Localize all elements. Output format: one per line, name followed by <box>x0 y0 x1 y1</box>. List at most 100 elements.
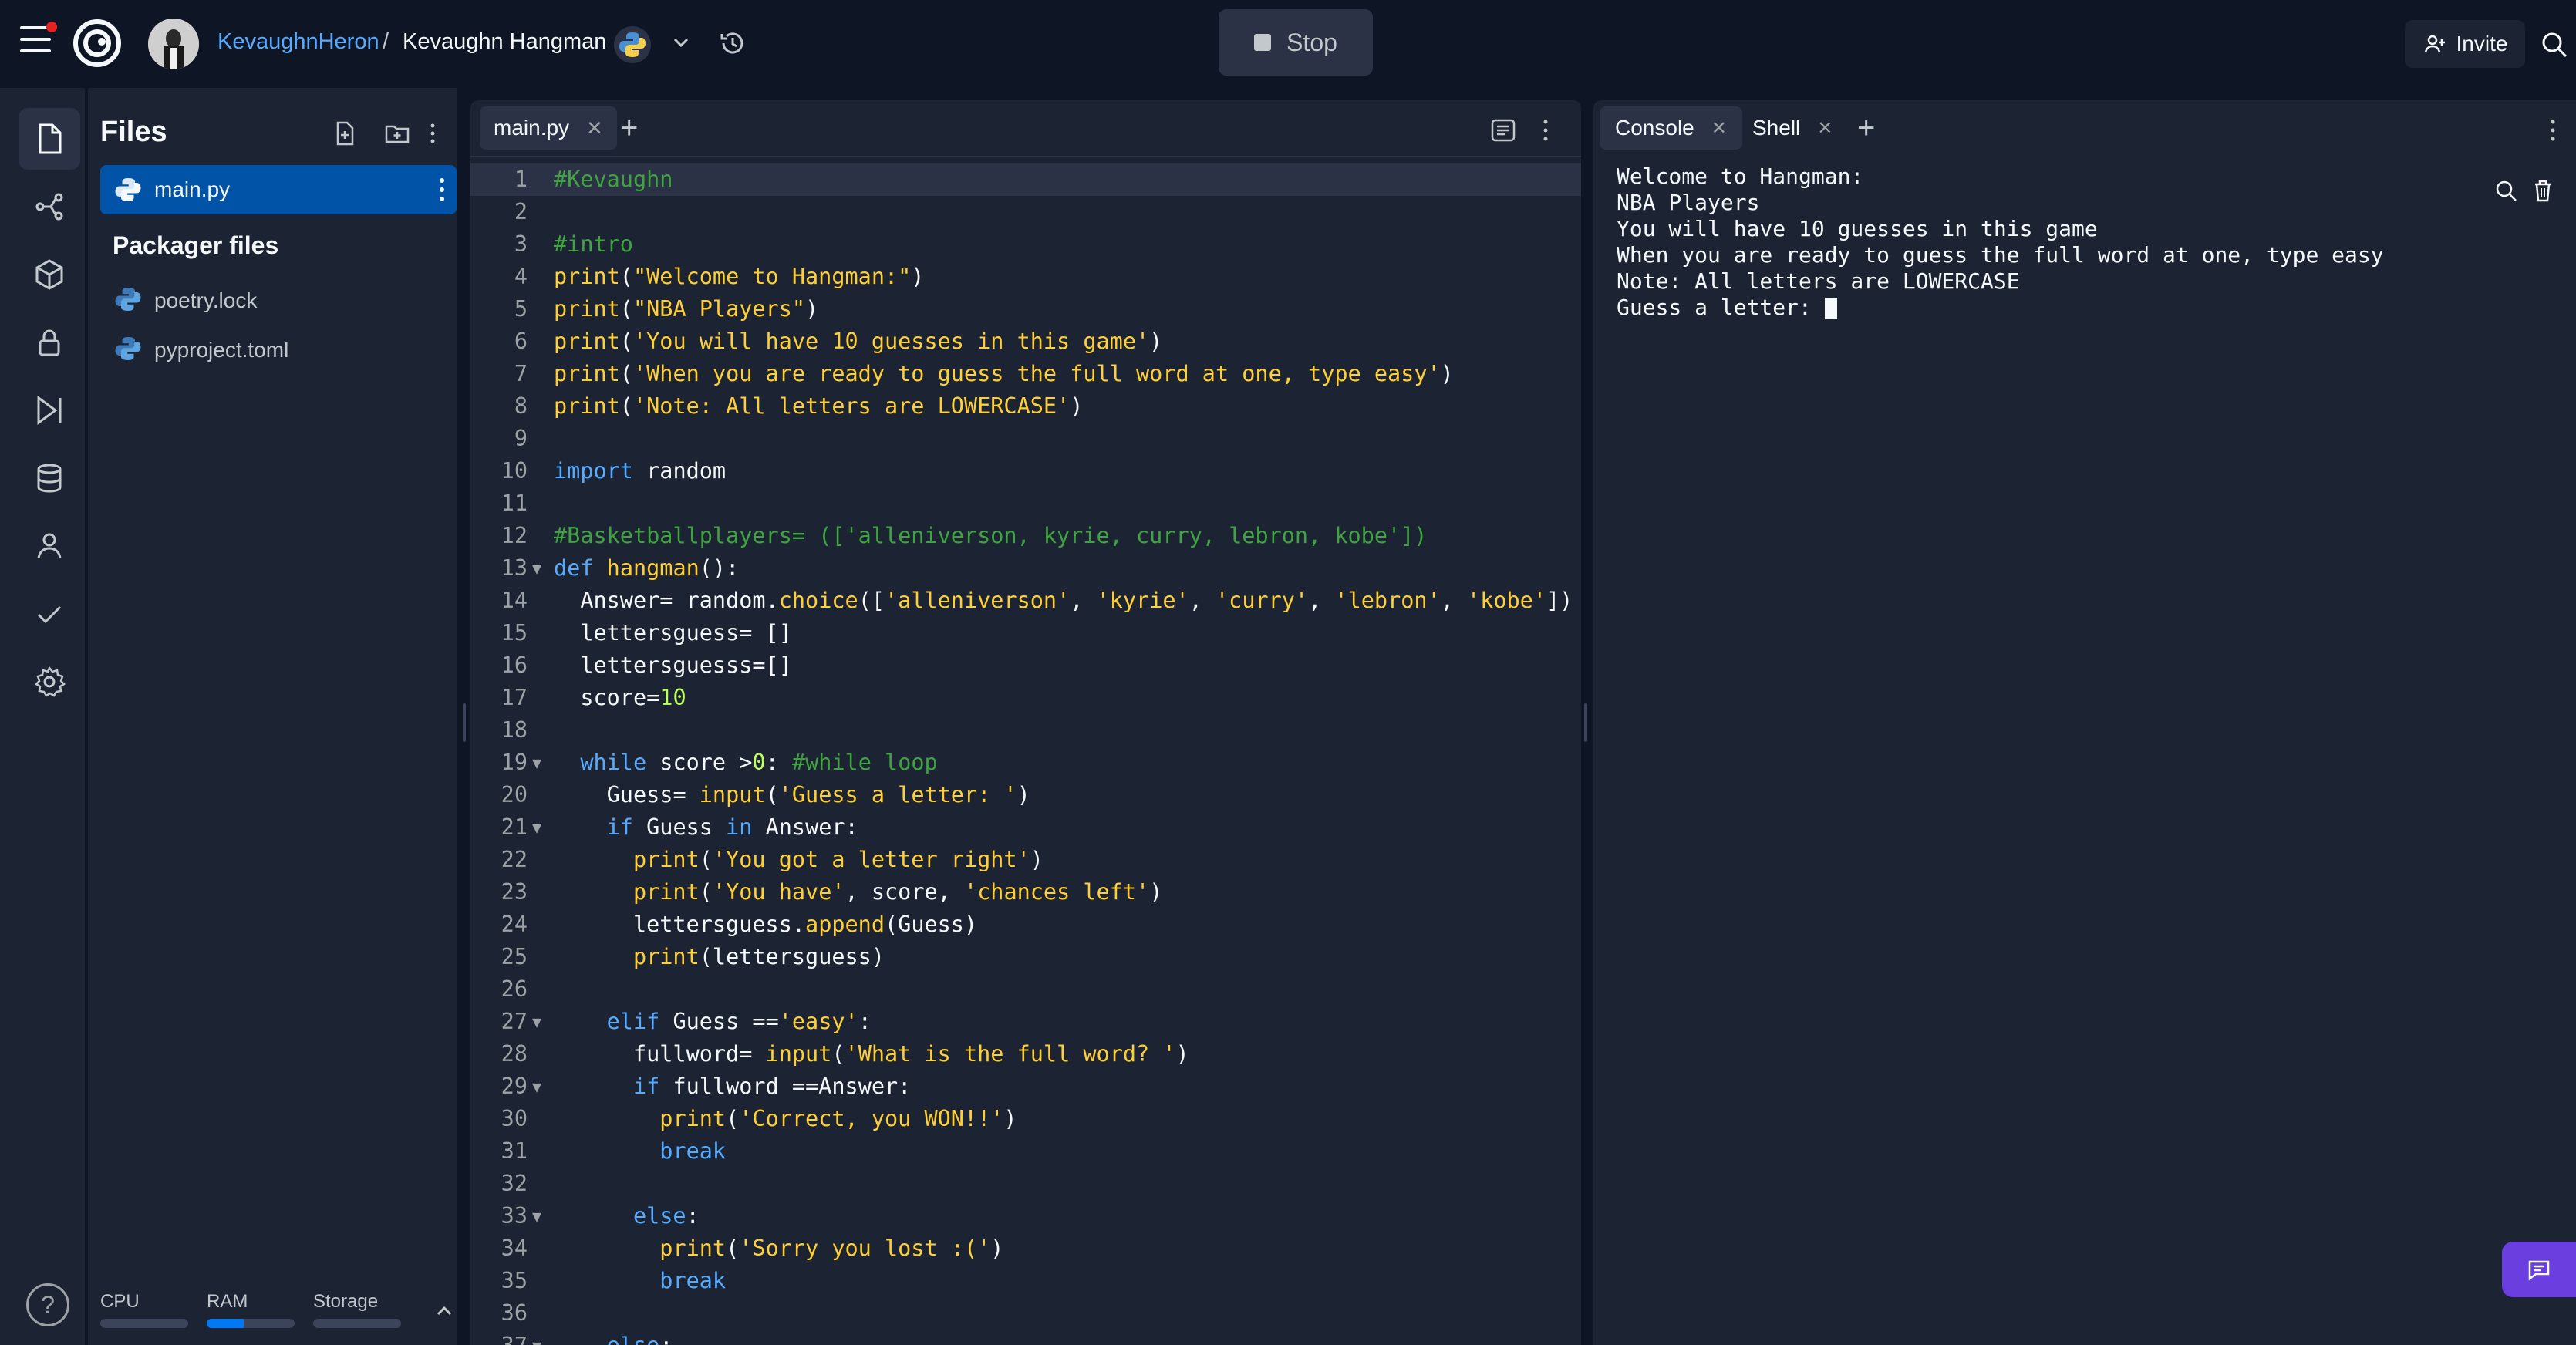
chevron-down-icon[interactable] <box>669 31 693 54</box>
tab-shell[interactable]: Shell ✕ <box>1737 106 1848 150</box>
fold-icon[interactable]: ▼ <box>532 1330 541 1345</box>
add-tab-icon[interactable]: + <box>1857 113 1875 143</box>
console-output[interactable]: Welcome to Hangman: NBA Players You will h… <box>1617 163 2384 321</box>
database-icon[interactable] <box>19 447 80 509</box>
user-icon[interactable] <box>19 515 80 577</box>
code-line[interactable]: 34 print('Sorry you lost :(') <box>470 1232 1581 1265</box>
code-line[interactable]: 5 print("NBA Players") <box>470 293 1581 325</box>
code-line[interactable]: 6 print('You will have 10 guesses in this… <box>470 325 1581 358</box>
code-line[interactable]: 9 <box>470 423 1581 455</box>
resize-handle[interactable] <box>1584 703 1587 742</box>
files-icon[interactable] <box>19 108 80 170</box>
editor-menu-icon[interactable] <box>1541 117 1550 143</box>
code-area[interactable]: 1 #Kevaughn 2 3 #intro 4 print("Welcome to Han… <box>470 163 1581 1345</box>
code-line[interactable]: 33 ▼ else: <box>470 1200 1581 1232</box>
code-text: print('You got a letter right') <box>632 847 1044 872</box>
tool-rail: ? <box>0 88 86 1345</box>
check-icon[interactable] <box>19 583 80 645</box>
code-line[interactable]: 21 ▼ if Guess in Answer: <box>470 811 1581 844</box>
close-icon[interactable]: ✕ <box>586 116 603 140</box>
fold-icon[interactable]: ▼ <box>532 747 541 779</box>
code-line[interactable]: 13 ▼ def hangman(): <box>470 552 1581 585</box>
file-item-main-py[interactable]: main.py <box>100 165 457 214</box>
code-line[interactable]: 12 #Basketballplayers= (['alleniverson, k… <box>470 520 1581 552</box>
python-language-icon[interactable] <box>614 26 651 63</box>
code-line[interactable]: 28 fullword= input('What is the full wor… <box>470 1038 1581 1070</box>
tab-console[interactable]: Console ✕ <box>1600 106 1742 150</box>
tab-main-py[interactable]: main.py ✕ <box>480 106 617 150</box>
replit-logo-icon[interactable] <box>72 19 122 68</box>
code-line[interactable]: 23 print('You have', score, 'chances lef… <box>470 876 1581 908</box>
fold-icon[interactable]: ▼ <box>532 811 541 844</box>
code-line[interactable]: 25 print(lettersguess) <box>470 941 1581 973</box>
code-text: print('Correct, you WON!!') <box>659 1106 1017 1131</box>
minimap-icon[interactable] <box>1490 117 1516 143</box>
code-line[interactable]: 2 <box>470 196 1581 228</box>
code-line[interactable]: 20 Guess= input('Guess a letter: ') <box>470 779 1581 811</box>
chevron-up-icon[interactable] <box>433 1300 455 1322</box>
fold-icon[interactable]: ▼ <box>532 1200 541 1232</box>
settings-icon[interactable] <box>19 651 80 713</box>
trash-icon[interactable] <box>2530 177 2556 204</box>
code-text: print('Sorry you lost :(') <box>659 1235 1004 1261</box>
code-line[interactable]: 26 <box>470 973 1581 1006</box>
invite-button[interactable]: Invite <box>2405 20 2525 68</box>
code-line[interactable]: 17 score=10 <box>470 682 1581 714</box>
code-line[interactable]: 36 <box>470 1297 1581 1330</box>
console-menu-icon[interactable] <box>2548 117 2557 143</box>
code-line[interactable]: 27 ▼ elif Guess =='easy': <box>470 1006 1581 1038</box>
search-icon[interactable] <box>2493 177 2519 204</box>
run-icon[interactable] <box>19 379 80 441</box>
code-line[interactable]: 22 print('You got a letter right') <box>470 844 1581 876</box>
repl-name[interactable]: Kevaughn Hangman <box>403 29 606 55</box>
code-line[interactable]: 8 print('Note: All letters are LOWERCASE'… <box>470 390 1581 423</box>
code-line[interactable]: 18 <box>470 714 1581 747</box>
code-line[interactable]: 31 break <box>470 1135 1581 1168</box>
git-icon[interactable] <box>19 176 80 238</box>
owner-link[interactable]: KevaughnHeron <box>217 29 379 55</box>
new-folder-icon[interactable] <box>384 120 410 147</box>
code-line[interactable]: 3 #intro <box>470 228 1581 261</box>
line-number: 32 <box>501 1171 528 1196</box>
code-line[interactable]: 11 <box>470 487 1581 520</box>
code-line[interactable]: 16 lettersguesss=[] <box>470 649 1581 682</box>
new-file-icon[interactable] <box>332 120 358 147</box>
code-line[interactable]: 15 lettersguess= [] <box>470 617 1581 649</box>
fold-icon[interactable]: ▼ <box>532 1006 541 1038</box>
stop-button[interactable]: Stop <box>1219 9 1373 76</box>
line-number: 17 <box>501 685 528 710</box>
history-icon[interactable] <box>717 28 748 59</box>
close-icon[interactable]: ✕ <box>1711 117 1727 140</box>
add-tab-icon[interactable]: + <box>620 113 638 143</box>
resize-handle[interactable] <box>463 703 466 742</box>
fold-icon[interactable]: ▼ <box>532 552 541 585</box>
code-line[interactable]: 29 ▼ if fullword ==Answer: <box>470 1070 1581 1103</box>
close-icon[interactable]: ✕ <box>1817 117 1833 140</box>
code-line[interactable]: 32 <box>470 1168 1581 1200</box>
line-number: 15 <box>501 620 528 646</box>
code-line[interactable]: 37 ▼ else: <box>470 1330 1581 1345</box>
avatar[interactable] <box>148 19 199 69</box>
code-line[interactable]: 10 import random <box>470 455 1581 487</box>
files-menu-icon[interactable] <box>420 120 446 147</box>
packages-icon[interactable] <box>19 244 80 305</box>
search-icon[interactable] <box>2539 29 2570 60</box>
code-line[interactable]: 14 Answer= random.choice(['alleniverson'… <box>470 585 1581 617</box>
file-name: main.py <box>154 177 231 201</box>
help-icon[interactable]: ? <box>26 1283 69 1326</box>
code-text: break <box>659 1138 727 1164</box>
chat-button[interactable] <box>2502 1242 2576 1297</box>
code-line[interactable]: 30 print('Correct, you WON!!') <box>470 1103 1581 1135</box>
file-menu-icon[interactable] <box>440 176 444 204</box>
code-line[interactable]: 19 ▼ while score >0: #while loop <box>470 747 1581 779</box>
console-cursor[interactable] <box>1824 298 1837 319</box>
fold-icon[interactable]: ▼ <box>532 1070 541 1103</box>
code-line[interactable]: 7 print('When you are ready to guess the … <box>470 358 1581 390</box>
line-number: 10 <box>501 458 528 484</box>
code-line[interactable]: 4 print("Welcome to Hangman:") <box>470 261 1581 293</box>
menu-icon[interactable] <box>20 22 57 57</box>
code-line[interactable]: 24 lettersguess.append(Guess) <box>470 908 1581 941</box>
code-line[interactable]: 35 break <box>470 1265 1581 1297</box>
code-line[interactable]: 1 #Kevaughn <box>470 163 1581 196</box>
secrets-icon[interactable] <box>19 312 80 373</box>
